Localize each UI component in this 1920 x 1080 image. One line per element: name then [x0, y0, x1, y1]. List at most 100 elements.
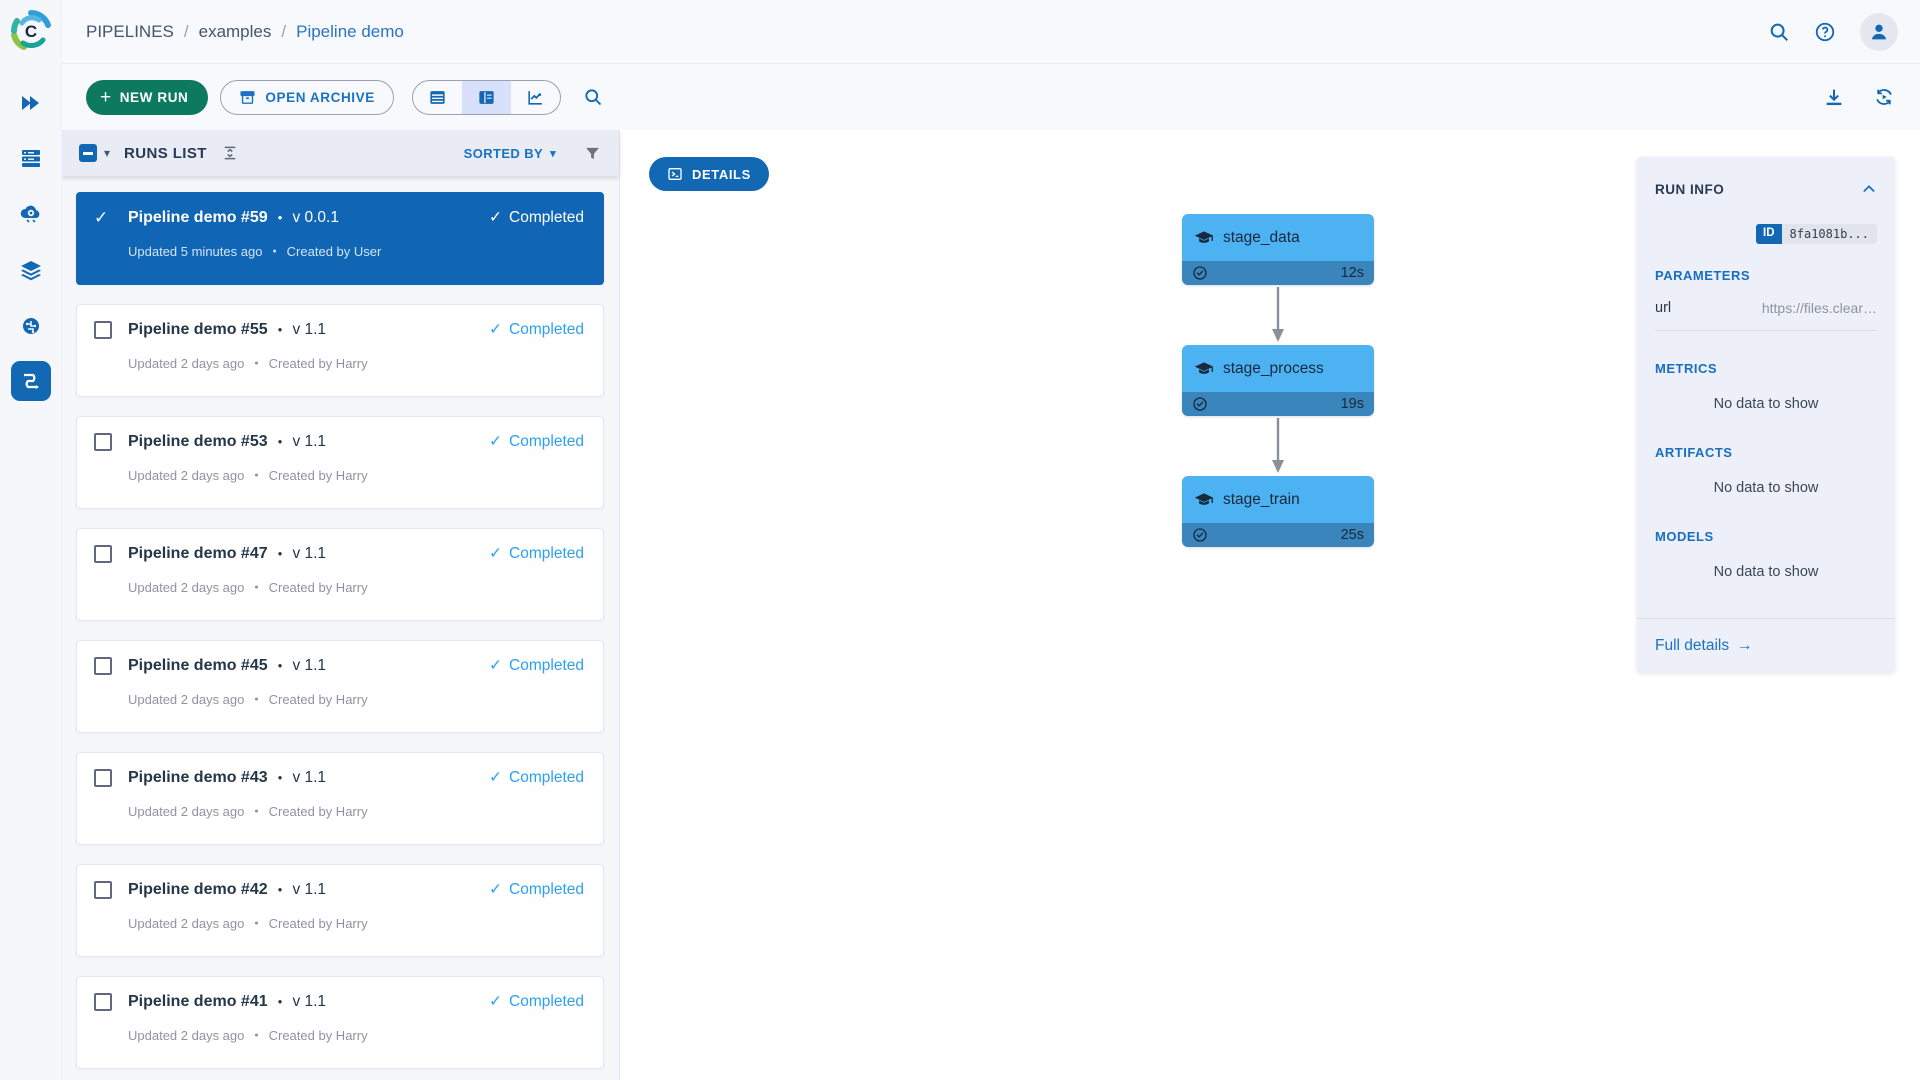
app-sidebar: C: [0, 0, 62, 1080]
run-checkbox[interactable]: [94, 880, 112, 899]
separator-dot: ●: [277, 213, 283, 222]
row-density-icon[interactable]: [221, 144, 239, 162]
run-card[interactable]: ✓ Pipeline demo #47 ● v 1.1 ✓ Completed …: [76, 528, 604, 621]
run-created-by: Created by Harry: [268, 580, 368, 595]
status-label: Completed: [509, 880, 584, 898]
run-card[interactable]: ✓ Pipeline demo #42 ● v 1.1 ✓ Completed …: [76, 864, 604, 957]
search-runs-icon[interactable]: [583, 87, 603, 107]
separator-dot: ●: [254, 920, 259, 927]
stage-icon: [1194, 230, 1214, 243]
run-status-badge: ✓ Completed: [489, 880, 584, 899]
models-section-title: MODELS: [1655, 529, 1714, 544]
run-info-panel: RUN INFO ID 8fa1081b... PARAMETERS url h…: [1637, 157, 1895, 673]
run-created-by: Created by Harry: [268, 1028, 368, 1043]
run-checkbox[interactable]: [94, 992, 112, 1011]
status-check-icon: ✓: [489, 209, 503, 226]
run-checkbox[interactable]: [94, 544, 112, 563]
run-status-badge: ✓ Completed: [489, 208, 584, 227]
chart-view-icon: [528, 90, 542, 105]
parameters-section-title: PARAMETERS: [1655, 268, 1751, 283]
run-name: Pipeline demo #42: [128, 880, 268, 898]
split-view-icon: [479, 90, 494, 104]
run-card[interactable]: ✓ Pipeline demo #45 ● v 1.1 ✓ Completed …: [76, 640, 604, 733]
auto-refresh-icon[interactable]: [1873, 86, 1895, 108]
full-details-link[interactable]: Full details →: [1655, 637, 1753, 655]
new-run-button[interactable]: + NEW RUN: [86, 79, 209, 115]
sidebar-item-models[interactable]: [19, 315, 43, 339]
status-label: Completed: [509, 544, 584, 562]
runs-list-title: RUNS LIST: [124, 144, 207, 162]
download-icon[interactable]: [1823, 86, 1845, 108]
dag-edge-arrow: [1271, 416, 1285, 476]
run-updated: Updated 5 minutes ago: [128, 244, 263, 259]
run-card[interactable]: ✓ Pipeline demo #55 ● v 1.1 ✓ Completed …: [76, 304, 604, 397]
help-icon[interactable]: [1814, 21, 1836, 43]
run-updated: Updated 2 days ago: [128, 1028, 245, 1043]
sidebar-item-applications[interactable]: [19, 202, 43, 226]
run-name: Pipeline demo #47: [128, 544, 268, 562]
run-version: v 1.1: [292, 544, 327, 562]
run-checkbox[interactable]: [94, 656, 112, 675]
separator-dot: ●: [254, 696, 259, 703]
pipeline-stage-node[interactable]: stage_train 25s: [1182, 476, 1374, 547]
pipeline-canvas: DETAILS stage_data 12s stage_process 19s…: [620, 130, 1920, 1080]
run-name: Pipeline demo #43: [128, 768, 268, 786]
breadcrumb-separator: /: [281, 21, 287, 41]
breadcrumb-current[interactable]: Pipeline demo: [296, 22, 404, 42]
run-updated: Updated 2 days ago: [128, 468, 245, 483]
run-version: v 1.1: [292, 768, 327, 786]
separator-dot: ●: [254, 360, 259, 367]
user-avatar[interactable]: [1860, 12, 1898, 51]
sorted-by-control[interactable]: SORTED BY ▾: [464, 146, 556, 161]
run-card[interactable]: ✓ Pipeline demo #43 ● v 1.1 ✓ Completed …: [76, 752, 604, 845]
selected-check-icon: ✓: [94, 207, 109, 227]
sidebar-item-hyper-datasets[interactable]: [19, 258, 43, 282]
run-name: Pipeline demo #55: [128, 320, 268, 338]
run-id-chip[interactable]: ID 8fa1081b...: [1756, 224, 1877, 244]
status-check-icon: ✓: [489, 321, 503, 338]
stage-icon: [1194, 361, 1214, 374]
filter-icon[interactable]: [584, 145, 601, 162]
chart-view-button[interactable]: [511, 81, 560, 114]
view-toggle-group: [411, 79, 561, 115]
status-label: Completed: [509, 656, 584, 674]
run-created-by: Created by Harry: [268, 916, 368, 931]
run-card[interactable]: ✓ Pipeline demo #41 ● v 1.1 ✓ Completed …: [76, 976, 604, 1069]
table-view-icon: [430, 90, 445, 104]
run-name: Pipeline demo #45: [128, 656, 268, 674]
stage-name: stage_train: [1223, 490, 1300, 508]
run-checkbox[interactable]: [94, 432, 112, 451]
separator-dot: ●: [277, 773, 283, 782]
sidebar-item-projects[interactable]: [19, 91, 43, 115]
run-checkbox[interactable]: [94, 768, 112, 787]
run-info-title: RUN INFO: [1655, 181, 1725, 197]
sidebar-item-pipelines-active[interactable]: [11, 361, 51, 401]
sidebar-item-datasets[interactable]: [19, 146, 43, 170]
pipeline-stage-node[interactable]: stage_data 12s: [1182, 214, 1374, 285]
open-archive-button[interactable]: OPEN ARCHIVE: [220, 79, 394, 115]
completed-check-icon: [1193, 397, 1207, 411]
pipeline-toolbar: + NEW RUN OPEN ARCHIVE: [62, 64, 1920, 130]
breadcrumb-pipelines[interactable]: PIPELINES: [86, 22, 174, 42]
run-checkbox[interactable]: [94, 320, 112, 339]
table-view-button[interactable]: [413, 81, 462, 114]
collapse-panel-icon[interactable]: [1861, 181, 1877, 197]
clearml-logo[interactable]: C: [7, 7, 55, 55]
split-view-button[interactable]: [461, 80, 511, 114]
archive-icon: [240, 90, 255, 104]
run-version: v 1.1: [292, 656, 327, 674]
run-card[interactable]: ✓ Pipeline demo #53 ● v 1.1 ✓ Completed …: [76, 416, 604, 509]
details-button[interactable]: DETAILS: [649, 157, 769, 191]
separator-dot: ●: [277, 325, 283, 334]
run-card[interactable]: ✓ Pipeline demo #59 ● v 0.0.1 ✓ Complete…: [76, 192, 604, 285]
separator-dot: ●: [277, 997, 283, 1006]
separator-dot: ●: [277, 885, 283, 894]
run-status-badge: ✓ Completed: [489, 544, 584, 563]
global-search-icon[interactable]: [1768, 21, 1790, 43]
select-all-checkbox[interactable]: [79, 144, 97, 162]
run-updated: Updated 2 days ago: [128, 356, 245, 371]
breadcrumb-project[interactable]: examples: [199, 22, 272, 42]
select-dropdown-caret[interactable]: ▾: [104, 146, 110, 160]
metrics-empty-text: No data to show: [1713, 396, 1819, 412]
pipeline-stage-node[interactable]: stage_process 19s: [1182, 345, 1374, 416]
